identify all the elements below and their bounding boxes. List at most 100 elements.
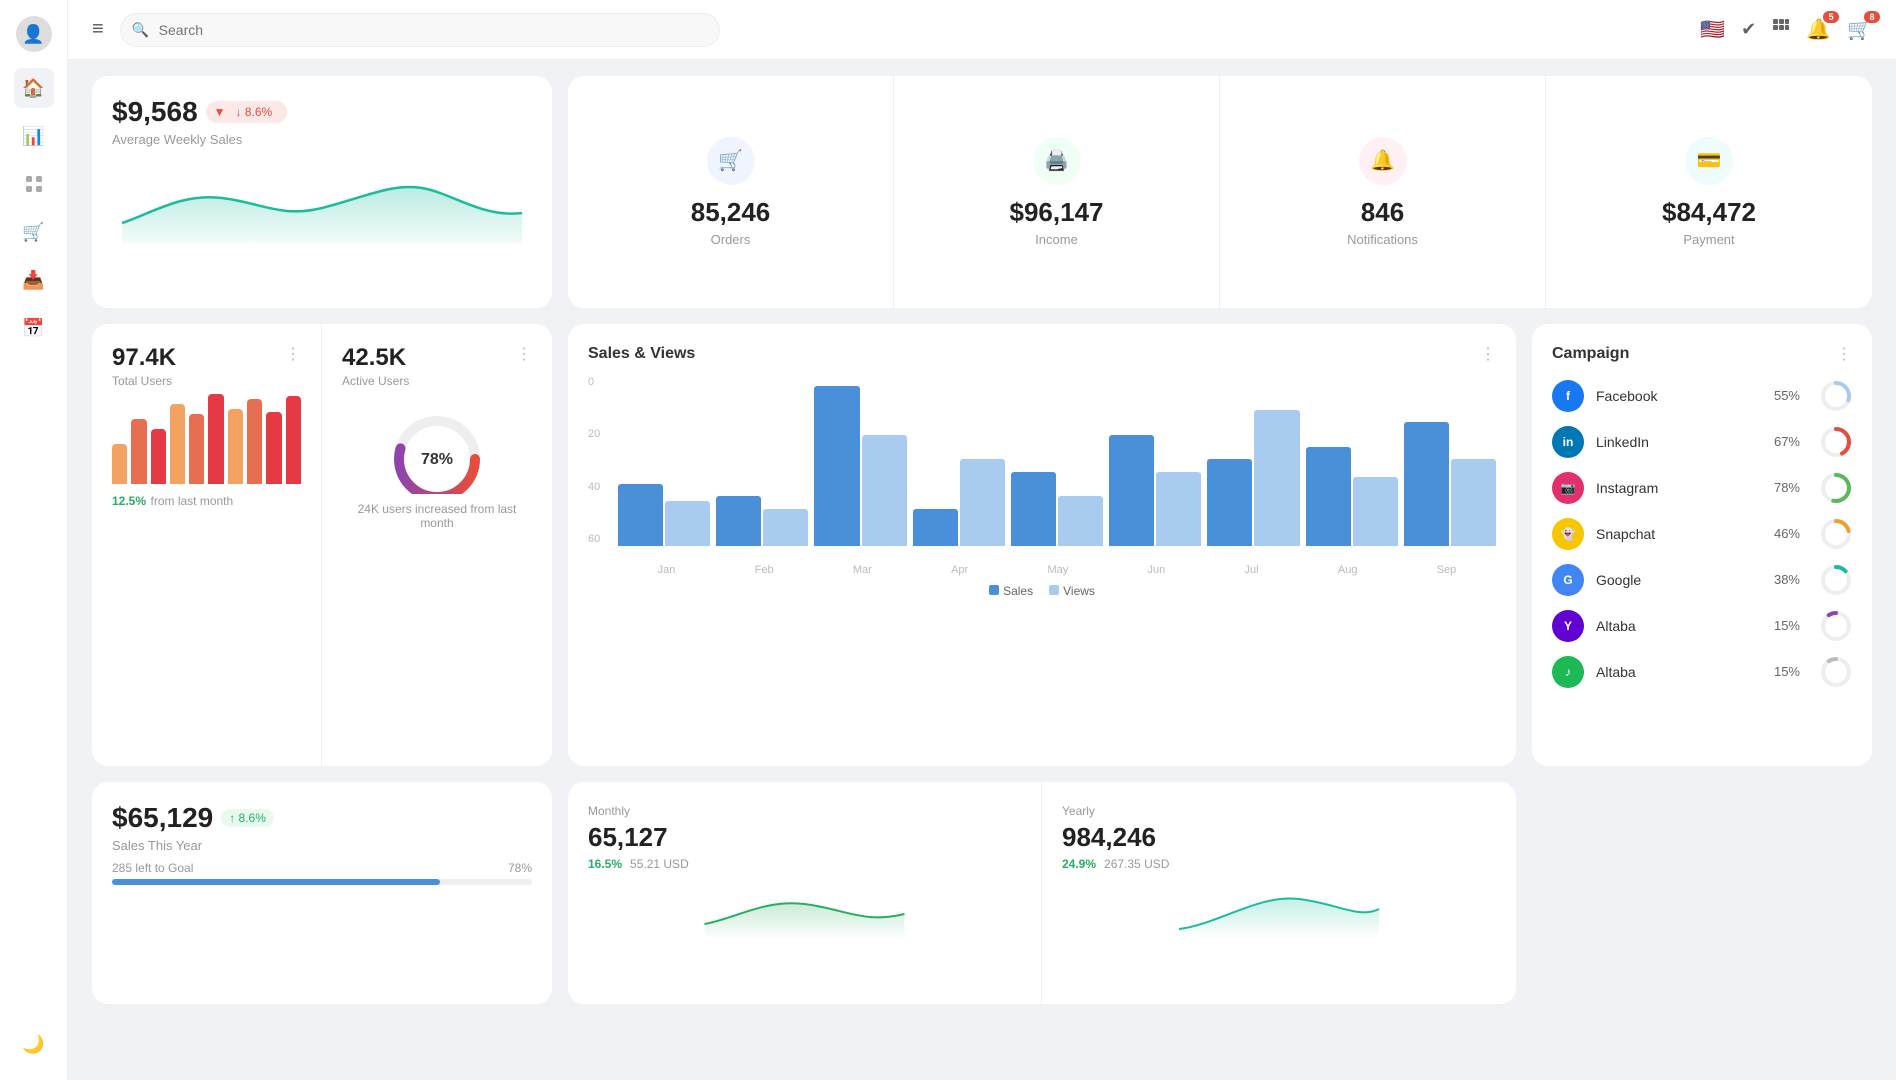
campaign-pct-4: 38% <box>1774 572 1800 587</box>
payment-label: Payment <box>1683 232 1734 247</box>
views-bar-2 <box>862 435 907 546</box>
monthly-section: Monthly 65,127 16.5% 55.21 USD <box>568 782 1042 1004</box>
views-bar-3 <box>960 459 1005 545</box>
campaign-logo-6: ♪ <box>1552 656 1584 688</box>
mini-donut-6 <box>1820 656 1852 688</box>
mini-donut-0 <box>1820 380 1852 412</box>
total-users-menu[interactable]: ⋮ <box>285 344 301 364</box>
campaign-pct-6: 15% <box>1774 664 1800 679</box>
sales-bar-0 <box>618 484 663 546</box>
monthly-value: 65,127 <box>588 822 1021 853</box>
yearly-chart <box>1062 879 1496 939</box>
total-users-chart <box>112 404 301 484</box>
flag-icon[interactable]: 🇺🇸 <box>1700 17 1725 42</box>
search-icon: 🔍 <box>132 21 149 38</box>
avatar-icon: 👤 <box>22 24 44 45</box>
monthly-meta: 16.5% 55.21 USD <box>588 857 1021 871</box>
menu-button[interactable]: ≡ <box>92 18 104 41</box>
active-users-label: Active Users <box>342 374 409 388</box>
sidebar-item-grid[interactable] <box>14 164 54 204</box>
campaign-pct-5: 15% <box>1774 618 1800 633</box>
svg-text:78%: 78% <box>421 451 453 468</box>
stat-notifications: 🔔 846 Notifications <box>1220 76 1546 308</box>
notifications-bell[interactable]: 🔔 5 <box>1806 17 1831 42</box>
orders-value: 85,246 <box>691 197 771 228</box>
sidebar-item-calendar[interactable]: 📅 <box>14 308 54 348</box>
monthly-label: Monthly <box>588 804 1021 818</box>
search-input[interactable] <box>120 13 720 47</box>
views-bar-5 <box>1156 472 1201 546</box>
views-bar-8 <box>1451 459 1496 545</box>
stats-row: 🛒 85,246 Orders 🖨️ $96,147 Income 🔔 846 … <box>568 76 1872 308</box>
monthly-chart <box>588 879 1021 939</box>
progress-info: 285 left to Goal 78% <box>112 861 532 875</box>
monthly-change-pct: 16.5% <box>588 857 622 871</box>
search-container: 🔍 <box>120 13 720 47</box>
topbar: ≡ 🔍 🇺🇸 ✔ 🔔 5 🛒 8 <box>68 0 1896 60</box>
sidebar-item-cart[interactable]: 🛒 <box>14 212 54 252</box>
yearly-change-usd: 267.35 USD <box>1104 857 1169 871</box>
sales-bar-2 <box>814 386 859 546</box>
campaign-name-3: Snapchat <box>1596 526 1762 542</box>
campaign-item-2: 📷Instagram78% <box>1552 472 1852 504</box>
cart-icon-wrap[interactable]: 🛒 8 <box>1847 17 1872 42</box>
sidebar: 👤 🏠 📊 🛒 📥 📅 🌙 <box>0 0 68 1080</box>
campaign-menu[interactable]: ⋮ <box>1836 344 1852 364</box>
chart-legend: Sales Views <box>588 584 1496 598</box>
sales-views-card: Sales & Views ⋮ 6040200 JanFebMarAprMayJ… <box>568 324 1516 767</box>
user-bar-0 <box>112 444 127 484</box>
legend-sales: Sales <box>989 584 1033 598</box>
campaign-item-5: YAltaba15% <box>1552 610 1852 642</box>
cart-badge: 8 <box>1864 11 1880 23</box>
campaign-logo-5: Y <box>1552 610 1584 642</box>
sales-views-header: Sales & Views ⋮ <box>588 344 1496 364</box>
campaign-header: Campaign ⋮ <box>1552 344 1852 364</box>
income-value: $96,147 <box>1010 197 1104 228</box>
mini-donut-2 <box>1820 472 1852 504</box>
apps-icon[interactable] <box>1772 18 1790 41</box>
income-icon: 🖨️ <box>1033 137 1081 185</box>
sales-bar-3 <box>913 509 958 546</box>
avatar[interactable]: 👤 <box>16 16 52 52</box>
views-bar-6 <box>1254 410 1299 545</box>
check-icon[interactable]: ✔ <box>1741 19 1756 40</box>
goal-pct: 78% <box>508 861 532 875</box>
yearly-meta: 24.9% 267.35 USD <box>1062 857 1496 871</box>
campaign-pct-1: 67% <box>1774 434 1800 449</box>
mini-donut-1 <box>1820 426 1852 458</box>
campaign-logo-3: 👻 <box>1552 518 1584 550</box>
monthly-change-usd: 55.21 USD <box>630 857 689 871</box>
sidebar-item-inbox[interactable]: 📥 <box>14 260 54 300</box>
sales-views-title: Sales & Views <box>588 345 695 363</box>
sales-year-change: ↑ 8.6% <box>221 809 274 827</box>
yearly-value: 984,246 <box>1062 822 1496 853</box>
yearly-change-pct: 24.9% <box>1062 857 1096 871</box>
stat-payment: 💳 $84,472 Payment <box>1546 76 1872 308</box>
campaign-item-1: inLinkedIn67% <box>1552 426 1852 458</box>
campaign-logo-0: f <box>1552 380 1584 412</box>
sales-views-menu[interactable]: ⋮ <box>1480 344 1496 364</box>
user-bar-4 <box>189 414 204 484</box>
campaign-card: Campaign ⋮ fFacebook55%inLinkedIn67%📷Ins… <box>1532 324 1872 767</box>
legend-views: Views <box>1049 584 1095 598</box>
orders-icon: 🛒 <box>707 137 755 185</box>
income-label: Income <box>1035 232 1078 247</box>
user-bar-5 <box>208 394 223 484</box>
bar-group-2 <box>814 386 906 546</box>
campaign-name-2: Instagram <box>1596 480 1762 496</box>
active-users-menu[interactable]: ⋮ <box>516 344 532 364</box>
campaign-item-4: GGoogle38% <box>1552 564 1852 596</box>
notification-badge: 5 <box>1823 11 1839 23</box>
sidebar-item-theme[interactable]: 🌙 <box>14 1024 54 1064</box>
sales-bar-6 <box>1207 459 1252 545</box>
sales-bar-7 <box>1306 447 1351 545</box>
content-grid: $9,568 ▼ ↓ 8.6% Average Weekly Sales <box>68 60 1896 1080</box>
user-bar-7 <box>247 399 262 484</box>
sidebar-item-home[interactable]: 🏠 <box>14 68 54 108</box>
sidebar-item-chart[interactable]: 📊 <box>14 116 54 156</box>
weekly-sales-amount: $9,568 <box>112 96 198 128</box>
sales-bar-5 <box>1109 435 1154 546</box>
active-users-section: 42.5K Active Users ⋮ <box>322 324 552 767</box>
yearly-label: Yearly <box>1062 804 1496 818</box>
mini-donut-3 <box>1820 518 1852 550</box>
